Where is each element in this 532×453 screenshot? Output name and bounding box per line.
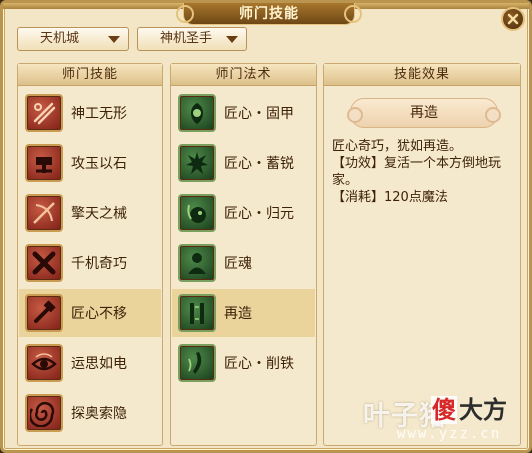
effect-cost-line: 【消耗】120点魔法 [332,190,448,205]
chevron-down-icon [226,36,238,43]
spell-row-xuetie[interactable]: 匠心・削铁 [172,339,315,387]
effect-panel: 技能效果 再造 匠心奇巧，犹如再造。 【功效】复活一个本方倒地玩家。 【消耗】1… [323,63,521,446]
window-title: 师门技能 [239,6,299,22]
bow-mechanism-icon [25,194,63,232]
skill-label: 神工无形 [71,106,127,122]
shield-leaf-icon [178,94,216,132]
city-dropdown[interactable]: 天机城 [17,27,129,51]
slash-icon [25,94,63,132]
skills-window: 师门技能 天机城 神机圣手 师门技能 神工无形 攻玉以石 擎天之械 千机奇巧 匠… [0,0,532,453]
spells-panel: 师门法术 匠心・固甲 匠心・蓄锐 匠心・归元 匠魂 再造 匠心・削铁 [170,63,317,446]
skill-label: 攻玉以石 [71,156,127,172]
site-watermark: 叶子猪 傻 大方 www.yzz.cn [363,394,523,444]
spell-row-zaizao[interactable]: 再造 [172,289,315,337]
effect-description: 匠心奇巧，犹如再造。 [332,139,463,154]
watermark-url: www.yzz.cn [397,426,502,442]
watermark-badge-text: 傻 [431,396,457,424]
hammer-icon [25,294,63,332]
skill-row-yunsi[interactable]: 运思如电 [19,339,161,387]
spell-row-jianghun[interactable]: 匠魂 [172,239,315,287]
chevron-down-icon [108,36,120,43]
skill-label: 探奥索隐 [71,406,127,422]
skill-label: 千机奇巧 [71,256,127,272]
watermark-rest-text: 大方 [459,396,507,424]
spell-label: 匠心・固甲 [224,106,294,122]
effect-panel-header: 技能效果 [324,64,520,86]
skill-label: 匠心不移 [71,306,127,322]
city-dropdown-value: 天机城 [40,31,80,46]
effect-skill-name-plate: 再造 [347,98,501,128]
close-button[interactable] [501,7,525,31]
effect-description-block: 匠心奇巧，犹如再造。 【功效】复活一个本方倒地玩家。 【消耗】120点魔法 [332,138,516,206]
title-plate: 师门技能 [176,3,362,25]
skill-label: 运思如电 [71,356,127,372]
skill-row-qianji[interactable]: 千机奇巧 [19,239,161,287]
skill-row-jiangxin[interactable]: 匠心不移 [19,289,161,337]
stone-hammer-icon [25,144,63,182]
spiral-icon [25,394,63,432]
sect-dropdown[interactable]: 神机圣手 [137,27,247,51]
skill-label: 擎天之械 [71,206,127,222]
spiky-figure-icon [178,144,216,182]
spell-row-guiyuan[interactable]: 匠心・归元 [172,189,315,237]
effect-function-line: 【功效】复活一个本方倒地玩家。 [332,156,502,188]
skill-row-shengong[interactable]: 神工无形 [19,89,161,137]
blade-icon [178,344,216,382]
skills-panel-header: 师门技能 [18,64,162,86]
effect-skill-name: 再造 [410,105,438,121]
sect-dropdown-value: 神机圣手 [160,31,213,46]
spell-label: 再造 [224,306,252,322]
spell-label: 匠心・蓄锐 [224,156,294,172]
skill-row-qingtian[interactable]: 擎天之械 [19,189,161,237]
spell-row-xurui[interactable]: 匠心・蓄锐 [172,139,315,187]
skill-row-gongyu[interactable]: 攻玉以石 [19,139,161,187]
eye-vortex-icon [25,344,63,382]
skills-panel: 师门技能 神工无形 攻玉以石 擎天之械 千机奇巧 匠心不移 运思如电 探奥索隐 [17,63,163,446]
crossed-tools-icon [25,244,63,282]
spell-label: 匠心・削铁 [224,356,294,372]
spells-panel-header: 师门法术 [171,64,316,86]
pillars-icon [178,294,216,332]
spell-label: 匠魂 [224,256,252,272]
skill-row-tanao[interactable]: 探奥索隐 [19,389,161,437]
bomb-ring-icon [178,194,216,232]
spell-row-gujia[interactable]: 匠心・固甲 [172,89,315,137]
close-icon [507,13,519,25]
soul-figure-icon [178,244,216,282]
spell-label: 匠心・归元 [224,206,294,222]
